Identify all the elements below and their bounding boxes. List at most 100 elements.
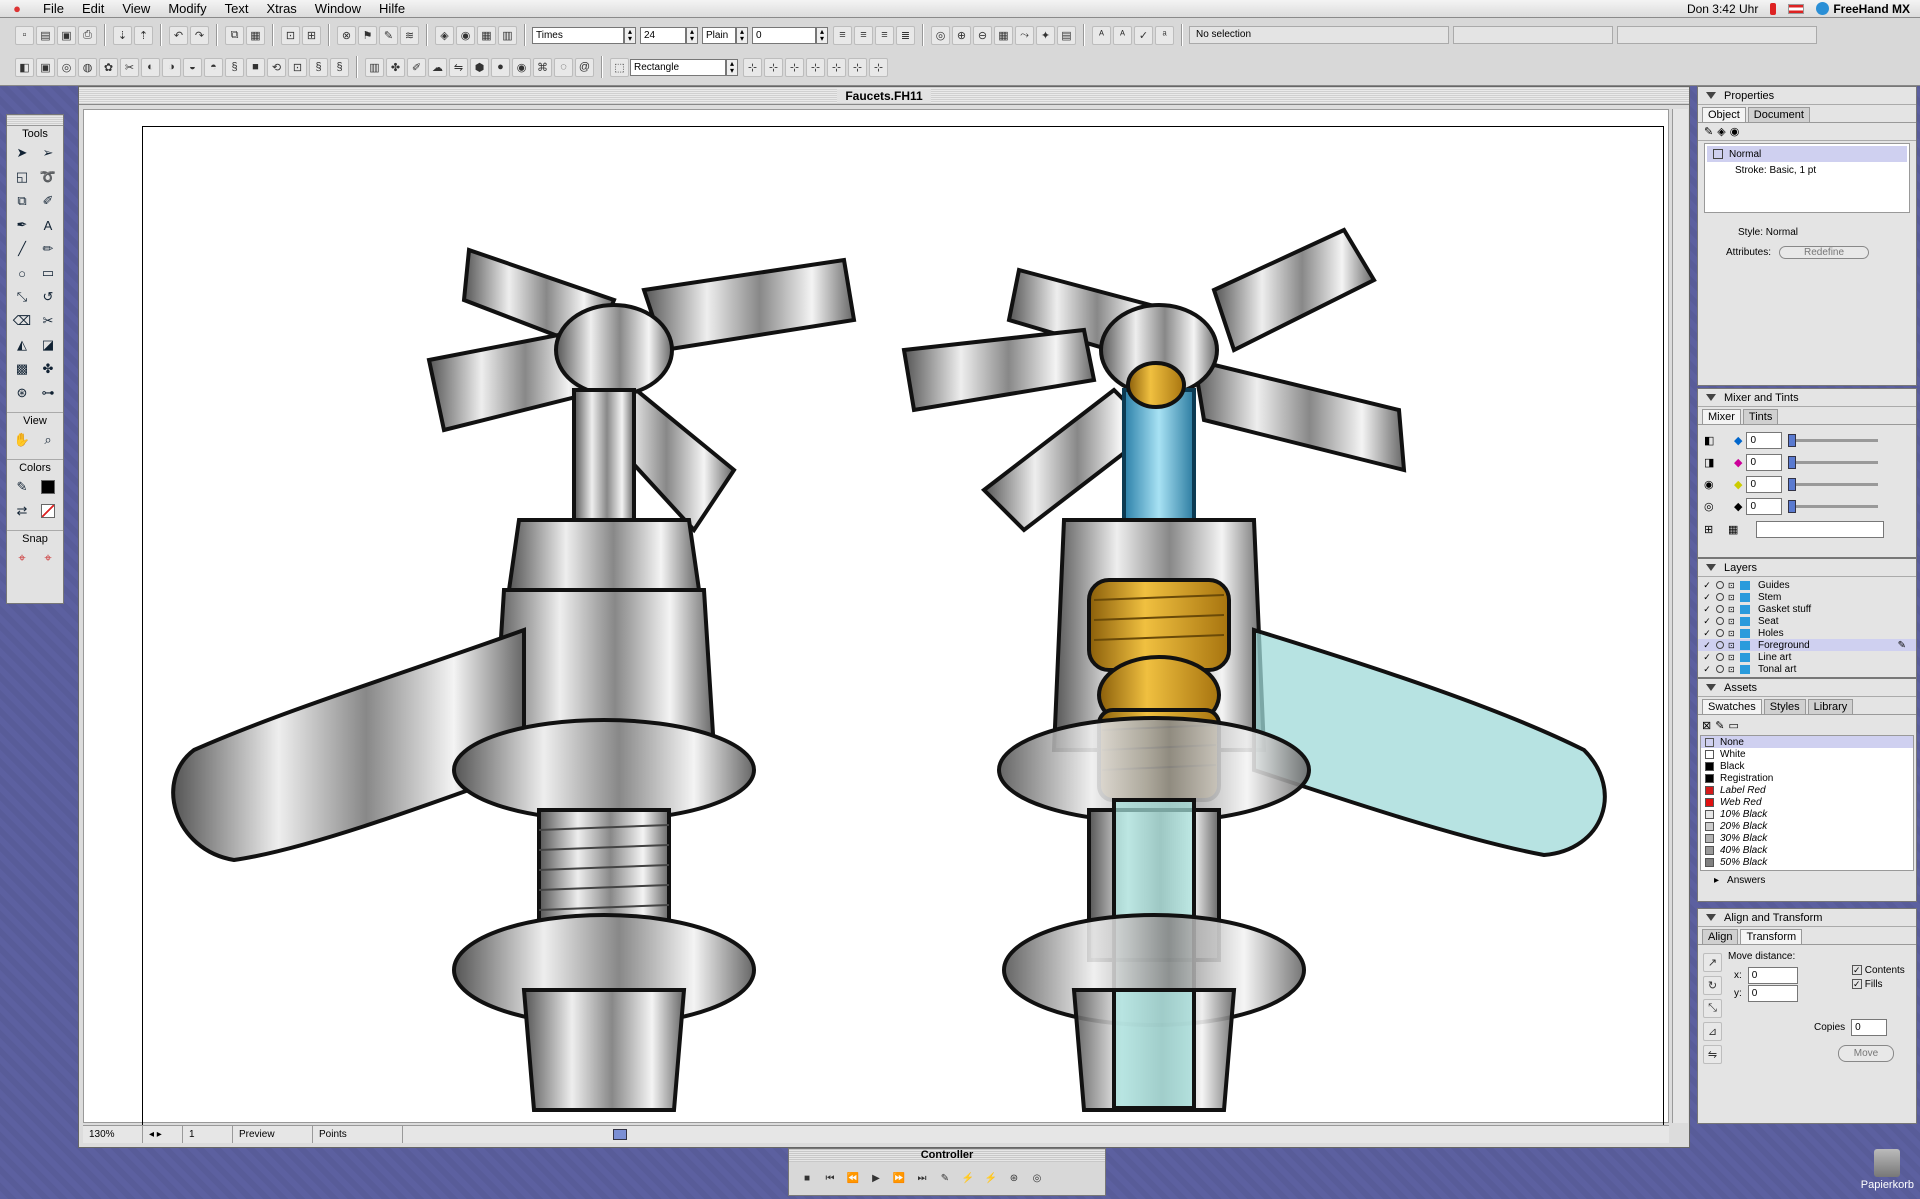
link-icon[interactable]: ⊗ bbox=[337, 25, 356, 45]
text-wrap-icon[interactable]: ≋ bbox=[400, 25, 419, 45]
pencil-tool-icon[interactable]: ✏ bbox=[37, 238, 59, 260]
tab-document[interactable]: Document bbox=[1747, 107, 1810, 122]
transform-1-icon[interactable]: ⊹ bbox=[743, 57, 762, 77]
open-icon[interactable]: ▤ bbox=[36, 25, 55, 45]
step-forward-icon[interactable]: ⏩ bbox=[889, 1170, 909, 1188]
page-tool-icon[interactable]: ◱ bbox=[11, 166, 33, 188]
layer-row[interactable]: ✓ ⊡ Line art bbox=[1698, 651, 1916, 663]
spelling-icon[interactable]: ᴬ bbox=[1092, 25, 1111, 45]
layer-view-mode-icon[interactable] bbox=[1716, 605, 1724, 613]
layer-visible-check-icon[interactable]: ✓ bbox=[1698, 640, 1716, 651]
effects-icon[interactable]: ◉ bbox=[1730, 125, 1740, 138]
keyboard-layout-flag-icon[interactable] bbox=[1788, 4, 1805, 14]
font-name-dropdown[interactable]: ▴ ▾ bbox=[624, 26, 636, 44]
layer-row[interactable]: ✓ ⊡ Guides bbox=[1698, 579, 1916, 591]
tab-tints[interactable]: Tints bbox=[1742, 409, 1779, 424]
xtra-11-icon[interactable]: § bbox=[225, 57, 244, 77]
layer-color-swatch[interactable] bbox=[1740, 616, 1750, 626]
connector-tool-icon[interactable]: ⊶ bbox=[37, 382, 59, 404]
layer-view-mode-icon[interactable] bbox=[1716, 641, 1724, 649]
xtra-1-icon[interactable]: ◧ bbox=[15, 57, 34, 77]
answers-row[interactable]: ▸ Answers bbox=[1698, 871, 1916, 890]
shape-tool-dropdown[interactable]: ▴ ▾ bbox=[726, 58, 738, 76]
tab-styles[interactable]: Styles bbox=[1763, 699, 1806, 714]
eyedropper-tool-icon[interactable]: ✐ bbox=[37, 190, 59, 212]
step-back-icon[interactable]: ⏪ bbox=[843, 1170, 863, 1188]
layer-color-swatch[interactable] bbox=[1740, 652, 1750, 662]
menu-edit[interactable]: Edit bbox=[73, 0, 113, 18]
properties-header[interactable]: Properties bbox=[1698, 87, 1916, 105]
snap-to-guide-icon[interactable]: ⌖ bbox=[37, 547, 59, 569]
rgb-mode-icon[interactable]: ◨ bbox=[1704, 456, 1734, 469]
xtra-9-icon[interactable]: ◒ bbox=[183, 57, 202, 77]
split-icon[interactable]: ⊖ bbox=[973, 25, 992, 45]
hose-tool-icon[interactable]: ✤ bbox=[37, 358, 59, 380]
abc-icon[interactable]: ᵃ bbox=[1155, 25, 1174, 45]
both-swatch-icon[interactable]: ▭ bbox=[1728, 719, 1738, 732]
join-icon[interactable]: ⊕ bbox=[952, 25, 971, 45]
fast-forward-icon[interactable]: ⏭ bbox=[912, 1170, 932, 1188]
layer-lock-icon[interactable]: ⊡ bbox=[1728, 593, 1736, 602]
hls-mode-icon[interactable]: ◉ bbox=[1704, 478, 1734, 491]
menu-modify[interactable]: Modify bbox=[159, 0, 215, 18]
expand-triangle-icon[interactable]: ▸ bbox=[1714, 875, 1719, 886]
swap-colors-icon[interactable]: ⇄ bbox=[11, 500, 33, 522]
transform-7-icon[interactable]: ⊹ bbox=[869, 57, 888, 77]
cyan-field[interactable]: 0 bbox=[1746, 431, 1783, 449]
unlock-icon[interactable]: ⊞ bbox=[302, 25, 321, 45]
flash-test-icon[interactable]: ⚡ bbox=[981, 1170, 1001, 1188]
3d-rotate-icon[interactable]: ⬢ bbox=[470, 57, 489, 77]
layer-lock-icon[interactable]: ⊡ bbox=[1728, 665, 1736, 674]
menu-xtras[interactable]: Xtras bbox=[257, 0, 305, 18]
layer-view-mode-icon[interactable] bbox=[1716, 653, 1724, 661]
snap-to-point-icon[interactable]: ⌖ bbox=[11, 547, 33, 569]
layer-color-swatch[interactable] bbox=[1740, 604, 1750, 614]
layer-color-swatch[interactable] bbox=[1740, 580, 1750, 590]
skew-mode-icon[interactable]: ⊿ bbox=[1703, 1022, 1722, 1041]
tab-swatches[interactable]: Swatches bbox=[1702, 699, 1762, 714]
xtra-8-icon[interactable]: ◑ bbox=[162, 57, 181, 77]
align-transform-header[interactable]: Align and Transform bbox=[1698, 909, 1916, 927]
menu-help[interactable]: Hilfe bbox=[370, 0, 414, 18]
xtra-7-icon[interactable]: ◐ bbox=[141, 57, 160, 77]
scale-object-tool-icon[interactable]: ⤡ bbox=[11, 286, 33, 308]
rewind-start-icon[interactable]: ⏮ bbox=[820, 1170, 840, 1188]
stroke-icon[interactable]: ✎ bbox=[379, 25, 398, 45]
xtra-13-icon[interactable]: ⟲ bbox=[267, 57, 286, 77]
layer-lock-icon[interactable]: ⊡ bbox=[1728, 653, 1736, 662]
contents-checkbox-row[interactable]: ✓ Contents bbox=[1852, 965, 1905, 976]
swatch-row[interactable]: 50% Black bbox=[1701, 856, 1913, 868]
xtra-14-icon[interactable]: ⊡ bbox=[288, 57, 307, 77]
fill-color-swatch[interactable] bbox=[37, 476, 59, 498]
layer-row[interactable]: ✓ ⊡ Tonal art bbox=[1698, 663, 1916, 675]
no-color-icon[interactable] bbox=[37, 500, 59, 522]
chart-icon[interactable]: ▥ bbox=[365, 57, 384, 77]
shape-tool-field[interactable]: Rectangle bbox=[630, 58, 726, 76]
yellow-field[interactable]: 0 bbox=[1746, 475, 1783, 493]
library-icon[interactable]: ▥ bbox=[498, 25, 517, 45]
faucets-illustration[interactable] bbox=[84, 110, 1670, 1124]
layer-visible-check-icon[interactable]: ✓ bbox=[1698, 592, 1716, 603]
freeform-tool-icon[interactable]: ↺ bbox=[37, 286, 59, 308]
layer-row[interactable]: ✓ ⊡ Stem bbox=[1698, 591, 1916, 603]
font-name-field[interactable]: Times bbox=[532, 26, 624, 44]
xtra-4-icon[interactable]: ◍ bbox=[78, 57, 97, 77]
line-tool-icon[interactable]: ╱ bbox=[11, 238, 33, 260]
font-size-dropdown[interactable]: ▴ ▾ bbox=[686, 26, 698, 44]
text-tool-icon[interactable]: A bbox=[37, 214, 59, 236]
smudge-icon[interactable]: ☁ bbox=[428, 57, 447, 77]
layer-lock-icon[interactable]: ⊡ bbox=[1728, 629, 1736, 638]
layer-color-swatch[interactable] bbox=[1740, 664, 1750, 674]
fill-icon[interactable]: ◈ bbox=[1717, 125, 1725, 138]
rotate-mode-icon[interactable]: ↻ bbox=[1703, 976, 1722, 995]
stop-icon[interactable]: ■ bbox=[797, 1170, 817, 1188]
pointer-tool-icon[interactable]: ➤ bbox=[11, 142, 33, 164]
play-icon[interactable]: ▶ bbox=[866, 1170, 886, 1188]
yellow-slider-thumb[interactable] bbox=[1788, 477, 1797, 491]
export-icon[interactable]: ⇡ bbox=[134, 25, 153, 45]
tab-library[interactable]: Library bbox=[1807, 699, 1854, 714]
drawing-canvas[interactable] bbox=[83, 109, 1670, 1126]
menu-file[interactable]: File bbox=[34, 0, 73, 18]
y-field[interactable]: 0 bbox=[1747, 985, 1798, 1002]
tab-align[interactable]: Align bbox=[1702, 929, 1739, 944]
